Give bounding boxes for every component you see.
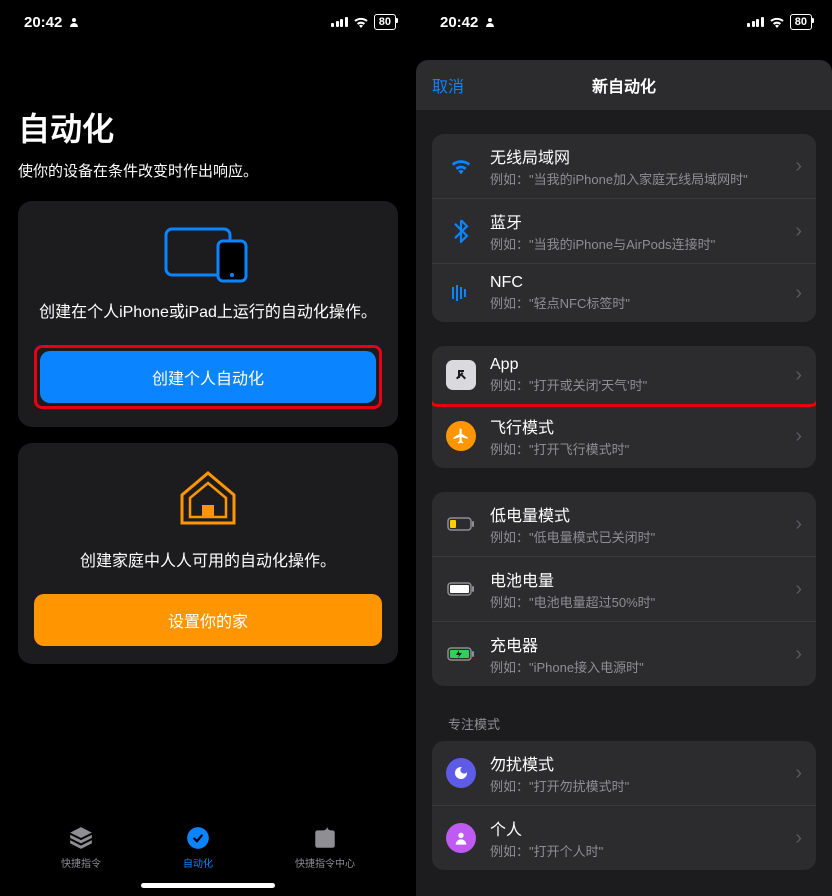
battery-charging-icon [446, 639, 476, 669]
trigger-title: NFC [490, 274, 781, 292]
phone-right: 20:42 80 取消 新自动化 无线局域网例如："当我的iPhone加入家庭无… [416, 0, 832, 896]
layers-icon [68, 825, 94, 851]
chevron-right-icon: › [795, 282, 802, 305]
chevron-right-icon: › [795, 827, 802, 850]
trigger-title: 飞行模式 [490, 414, 781, 438]
trigger-group-power: 低电量模式例如："低电量模式已关闭时" › 电池电量例如："电池电量超过50%时… [432, 492, 816, 686]
battery-icon: 80 [790, 14, 812, 30]
wifi-icon [769, 16, 785, 28]
status-bar: 20:42 80 [416, 0, 832, 44]
moon-icon [446, 758, 476, 788]
trigger-nfc[interactable]: NFC例如："轻点NFC标签时" › [432, 263, 816, 322]
app-trigger-highlight: App例如："打开或关闭'天气'时" › [432, 346, 816, 407]
chevron-right-icon: › [795, 425, 802, 448]
cancel-button[interactable]: 取消 [432, 73, 464, 97]
app-icon [446, 360, 476, 390]
tab-gallery[interactable]: 快捷指令中心 [295, 825, 355, 870]
trigger-sub: 例如："iPhone接入电源时" [490, 657, 781, 676]
wifi-icon [353, 16, 369, 28]
devices-icon [164, 227, 252, 283]
person-icon [484, 16, 496, 28]
person-icon [68, 16, 80, 28]
status-time: 20:42 [24, 14, 62, 31]
trigger-bluetooth[interactable]: 蓝牙例如："当我的iPhone与AirPods连接时" › [432, 198, 816, 263]
trigger-title: 电池电量 [490, 567, 781, 591]
chevron-right-icon: › [795, 364, 802, 387]
tab-label: 快捷指令 [61, 855, 101, 870]
trigger-title: 勿扰模式 [490, 751, 781, 775]
tab-shortcuts[interactable]: 快捷指令 [61, 825, 101, 870]
status-time: 20:42 [440, 14, 478, 31]
trigger-list[interactable]: 无线局域网例如："当我的iPhone加入家庭无线局域网时" › 蓝牙例如："当我… [416, 110, 832, 896]
trigger-title: 无线局域网 [490, 144, 781, 168]
chevron-right-icon: › [795, 155, 802, 178]
signal-icon [747, 17, 764, 27]
trigger-sub: 例如："低电量模式已关闭时" [490, 527, 781, 546]
airplane-icon [446, 421, 476, 451]
clock-check-icon [185, 825, 211, 851]
trigger-app[interactable]: App例如："打开或关闭'天气'时" › [432, 346, 816, 404]
trigger-sub: 例如："当我的iPhone加入家庭无线局域网时" [490, 169, 781, 188]
chevron-right-icon: › [795, 578, 802, 601]
chevron-right-icon: › [795, 220, 802, 243]
trigger-battery[interactable]: 电池电量例如："电池电量超过50%时" › [432, 556, 816, 621]
trigger-lowpower[interactable]: 低电量模式例如："低电量模式已关闭时" › [432, 492, 816, 556]
modal-title: 新自动化 [592, 73, 656, 97]
trigger-sub: 例如："打开或关闭'天气'时" [490, 375, 781, 394]
setup-home-button[interactable]: 设置你的家 [34, 594, 382, 646]
trigger-sub: 例如："轻点NFC标签时" [490, 293, 781, 312]
person-focus-icon [446, 823, 476, 853]
trigger-title: App [490, 356, 781, 374]
chevron-right-icon: › [795, 643, 802, 666]
phone-left: 20:42 80 自动化 使你的设备在条件改变时作出响应。 创建在个人iPhon… [0, 0, 416, 896]
battery-low-icon [446, 509, 476, 539]
signal-icon [331, 17, 348, 27]
trigger-charger[interactable]: 充电器例如："iPhone接入电源时" › [432, 621, 816, 686]
bluetooth-icon [446, 216, 476, 246]
card-text-home: 创建家庭中人人可用的自动化操作。 [34, 550, 382, 574]
battery-full-icon [446, 574, 476, 604]
card-text-personal: 创建在个人iPhone或iPad上运行的自动化操作。 [34, 301, 382, 325]
battery-icon: 80 [374, 14, 396, 30]
trigger-sub: 例如："打开飞行模式时" [490, 439, 781, 458]
trigger-personal[interactable]: 个人例如："打开个人时" › [432, 805, 816, 870]
trigger-title: 充电器 [490, 632, 781, 656]
home-automation-card: 创建家庭中人人可用的自动化操作。 设置你的家 [18, 443, 398, 664]
modal-header: 取消 新自动化 [416, 60, 832, 110]
status-bar: 20:42 80 [0, 0, 416, 44]
trigger-group-focus: 勿扰模式例如："打开勿扰模式时" › 个人例如："打开个人时" › [432, 741, 816, 870]
page-subtitle: 使你的设备在条件改变时作出响应。 [18, 160, 398, 181]
trigger-wifi[interactable]: 无线局域网例如："当我的iPhone加入家庭无线局域网时" › [432, 134, 816, 198]
trigger-title: 蓝牙 [490, 209, 781, 233]
home-indicator[interactable] [141, 883, 275, 888]
tab-label: 自动化 [183, 855, 213, 870]
trigger-group-network: 无线局域网例如："当我的iPhone加入家庭无线局域网时" › 蓝牙例如："当我… [432, 134, 816, 322]
trigger-dnd[interactable]: 勿扰模式例如："打开勿扰模式时" › [432, 741, 816, 805]
create-personal-automation-button[interactable]: 创建个人自动化 [40, 351, 376, 403]
trigger-sub: 例如："当我的iPhone与AirPods连接时" [490, 234, 781, 253]
trigger-sub: 例如："打开个人时" [490, 841, 781, 860]
nfc-icon [446, 278, 476, 308]
focus-header: 专注模式 [448, 714, 800, 733]
trigger-sub: 例如："电池电量超过50%时" [490, 592, 781, 611]
chevron-right-icon: › [795, 513, 802, 536]
wifi-icon [446, 151, 476, 181]
personal-automation-card: 创建在个人iPhone或iPad上运行的自动化操作。 创建个人自动化 [18, 201, 398, 427]
sparkle-box-icon [312, 825, 338, 851]
page-title: 自动化 [18, 104, 398, 150]
chevron-right-icon: › [795, 762, 802, 785]
tab-automation[interactable]: 自动化 [183, 825, 213, 870]
trigger-title: 低电量模式 [490, 502, 781, 526]
trigger-sub: 例如："打开勿扰模式时" [490, 776, 781, 795]
home-icon [176, 469, 240, 532]
create-button-highlight: 创建个人自动化 [34, 345, 382, 409]
trigger-airplane[interactable]: 飞行模式例如："打开飞行模式时" › [432, 404, 816, 468]
trigger-group-app: App例如："打开或关闭'天气'时" › 飞行模式例如："打开飞行模式时" › [432, 346, 816, 468]
tab-label: 快捷指令中心 [295, 855, 355, 870]
trigger-title: 个人 [490, 816, 781, 840]
